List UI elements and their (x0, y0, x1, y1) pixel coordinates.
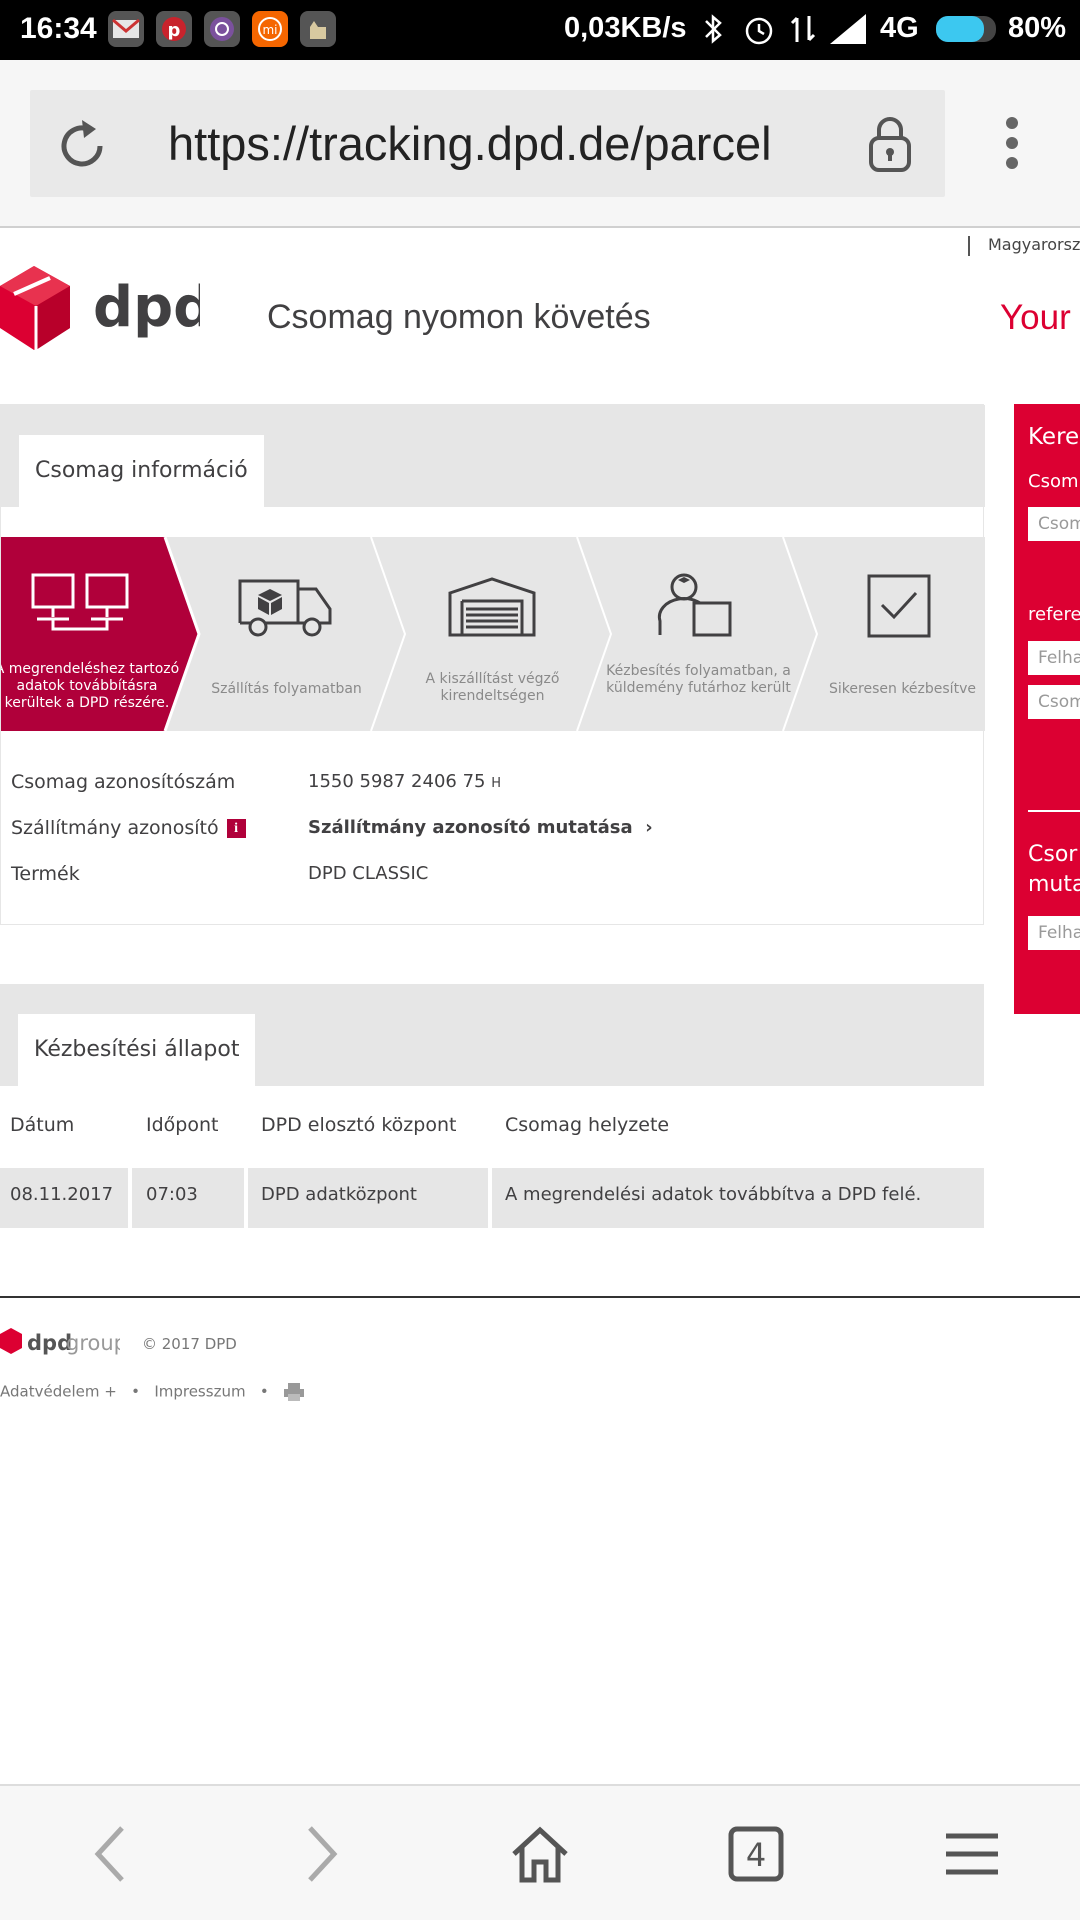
step-out-for-delivery: Kézbesítés folyamatban, a küldemény futá… (596, 537, 801, 731)
info-icon[interactable]: i (226, 819, 246, 838)
table-row-depot: DPD adatközpont (261, 1184, 417, 1205)
mi-icon: mi (252, 11, 288, 47)
language-selector[interactable]: Magyarorsz (968, 235, 1080, 256)
dpdgroup-logo[interactable]: dpd group (0, 1326, 127, 1366)
courier-icon (657, 573, 732, 637)
side-input-parcel-2[interactable]: Csom (1028, 685, 1080, 719)
product-label: Termék (11, 863, 80, 885)
dpd-logo[interactable]: dpd (0, 264, 213, 358)
signal-icon (830, 14, 866, 44)
battery-icon (936, 16, 996, 42)
reload-icon[interactable] (52, 116, 112, 176)
privacy-link[interactable]: Adatvédelem (0, 1383, 99, 1401)
alarm-icon (745, 17, 773, 45)
table-row-date: 08.11.2017 (10, 1184, 114, 1205)
svg-text:mi: mi (262, 23, 277, 37)
shipment-id-label: Szállítmány azonosító i (11, 817, 246, 839)
menu-button[interactable] (864, 1786, 1080, 1922)
show-shipment-id-link[interactable]: Szállítmány azonosító mutatása › (308, 817, 653, 838)
tabs-button[interactable]: 4 (648, 1786, 864, 1922)
svg-text:dpd: dpd (93, 275, 200, 340)
table-row-status: A megrendelési adatok továbbítva a DPD f… (505, 1184, 922, 1205)
side-input-parcel[interactable]: Csom (1028, 507, 1080, 541)
tabs-icon: 4 (728, 1826, 784, 1882)
column-time: Időpont (146, 1114, 219, 1136)
parcel-id-label: Csomag azonosítószám (11, 771, 236, 793)
column-status: Csomag helyzete (505, 1114, 670, 1136)
your-dpd-link[interactable]: Your (1000, 298, 1071, 338)
dpd-cube-logo-icon: dpd (0, 266, 213, 350)
home-button[interactable] (432, 1786, 648, 1922)
browser-toolbar: https://tracking.dpd.de/parcel (0, 60, 1080, 228)
back-button[interactable] (0, 1786, 216, 1922)
net-speed: 0,03KB/s (564, 12, 687, 44)
forward-arrow-icon (308, 1826, 338, 1882)
page-title: Csomag nyomon követés (267, 298, 651, 336)
tab-package-info[interactable]: Csomag információ (19, 435, 264, 507)
copyright: © 2017 DPD (142, 1335, 237, 1353)
side-title-2b: muta (1028, 872, 1080, 897)
delivery-status-card: Kézbesítési állapot Dátum Időpont DPD el… (0, 984, 984, 1228)
lock-icon[interactable] (865, 114, 915, 174)
network-type: 4G (880, 12, 919, 44)
plus-icon[interactable]: + (104, 1383, 117, 1401)
pinterest-icon: p (156, 11, 192, 47)
viber-icon (204, 11, 240, 47)
product-value: DPD CLASSIC (308, 863, 429, 884)
computers-icon (31, 573, 129, 631)
back-arrow-icon (94, 1826, 124, 1882)
menu-dots-icon[interactable] (1002, 115, 1022, 175)
footer-links: Adatvédelem + • Impresszum • (0, 1382, 305, 1402)
status-bar: 16:34 p mi 0,03KB/s 4G 80% (0, 0, 1080, 60)
side-title-2a: Csor (1028, 842, 1078, 867)
clock: 16:34 (20, 12, 97, 45)
battery-percent: 80% (1008, 12, 1067, 44)
side-input-user-2[interactable]: Felha (1028, 916, 1080, 950)
parcel-id-value: 1550 5987 2406 75 H (308, 771, 502, 792)
forward-button[interactable] (216, 1786, 432, 1922)
tab-delivery-status[interactable]: Kézbesítési állapot (18, 1014, 256, 1086)
side-label-reference: refere (1028, 604, 1080, 625)
browser-bottom-nav: 4 (0, 1784, 1080, 1920)
step-at-depot: A kiszállítást végző kirendeltségen (390, 537, 595, 731)
step-delivered: Sikeresen kézbesítve (800, 537, 985, 731)
dpd-group-logo-icon: dpd group (0, 1328, 127, 1355)
progress-steps: A megrendeléshez tartozó adatok továbbít… (1, 537, 985, 731)
bluetooth-icon (705, 14, 722, 44)
delivery-status-header: Kézbesítési állapot (0, 984, 984, 1086)
side-panel-title: Kere (1028, 424, 1080, 450)
package-info-header: Csomag információ (1, 405, 985, 507)
url-text[interactable]: https://tracking.dpd.de/parcel (168, 116, 772, 171)
svg-text:p: p (168, 20, 181, 41)
chevron-right-icon: › (645, 817, 653, 838)
column-date: Dátum (10, 1114, 75, 1136)
gmail-icon (108, 11, 144, 47)
package-info-card: Csomag információ A megrendeléshez tarto… (0, 404, 985, 925)
home-icon (512, 1826, 568, 1883)
checkmark-box-icon (867, 574, 931, 638)
side-input-user[interactable]: Felha (1028, 641, 1080, 675)
step-in-transit: Szállítás folyamatban (184, 537, 389, 731)
svg-text:4: 4 (746, 1836, 766, 1874)
step-data-transmitted: A megrendeléshez tartozó adatok továbbít… (1, 537, 187, 731)
column-depot: DPD elosztó központ (261, 1114, 457, 1136)
data-transfer-icon (790, 16, 816, 42)
svg-text:group: group (66, 1331, 120, 1355)
address-bar[interactable]: https://tracking.dpd.de/parcel (30, 90, 945, 197)
depot-building-icon (448, 577, 536, 637)
print-icon[interactable] (283, 1382, 305, 1402)
hamburger-icon (946, 1833, 998, 1875)
search-side-panel: Kere Csom Csom refere Felha Csom Csor mu… (1014, 404, 1080, 1014)
side-label-parcel: Csom (1028, 471, 1079, 492)
table-row-time: 07:03 (146, 1184, 198, 1205)
alpaca-icon (300, 11, 336, 47)
delivery-van-icon (238, 579, 332, 637)
imprint-link[interactable]: Impresszum (154, 1383, 245, 1401)
